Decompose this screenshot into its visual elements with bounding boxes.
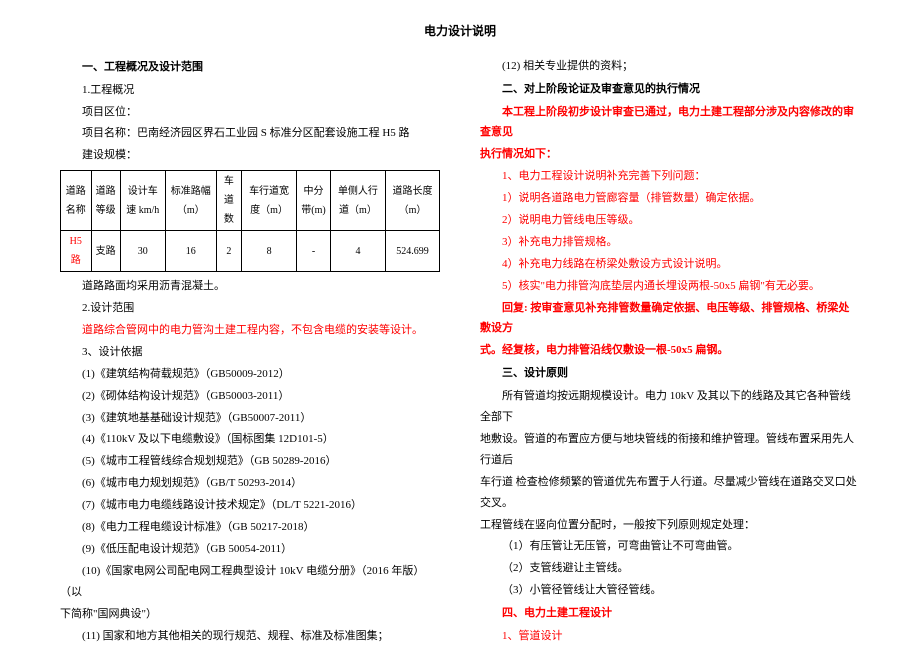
subsection-1-2: 2.设计范围 [60, 298, 440, 319]
road-parameters-table: 道路名称 道路等级 设计车速 km/h 标准路幅（m） 车道数 车行道宽度（m）… [60, 170, 440, 272]
table-header-row: 道路名称 道路等级 设计车速 km/h 标准路幅（m） 车道数 车行道宽度（m）… [61, 171, 440, 231]
subsection-4-1: 1、管道设计 [480, 626, 860, 647]
th-road-name: 道路名称 [61, 171, 92, 231]
ref-10b: 下简称"国网典设"） [60, 604, 440, 625]
design-scope-body: 道路综合管网中的电力管沟土建工程内容，不包含电缆的安装等设计。 [60, 320, 440, 341]
review-reply-2: 式。经复核，电力排管沿线仅敷设一根-50x5 扁钢。 [480, 340, 860, 361]
subsection-1-1: 1.工程概况 [60, 80, 440, 101]
section-4-header: 四、电力土建工程设计 [480, 603, 860, 624]
section-3-p1: 所有管道均按远期规模设计。电力 10kV 及其以下的线路及其它各种管线全部下 [480, 386, 860, 428]
ref-8: (8)《电力工程电缆设计标准》（GB 50217-2018） [60, 517, 440, 538]
th-lane-count: 车道数 [216, 171, 241, 231]
td-road-length: 524.699 [386, 231, 440, 272]
ref-12: (12) 相关专业提供的资料； [480, 56, 860, 77]
ref-1: (1)《建筑结构荷载规范》（GB50009-2012） [60, 364, 440, 385]
td-road-grade: 支路 [91, 231, 120, 272]
th-design-speed: 设计车速 km/h [120, 171, 165, 231]
ref-7: (7)《城市电力电缆线路设计技术规定》（DL/T 5221-2016） [60, 495, 440, 516]
principle-3: （3）小管径管线让大管径管线。 [480, 580, 860, 601]
td-std-width: 16 [165, 231, 216, 272]
construction-scale: 建设规模： [60, 145, 440, 166]
review-item-1-4: 4）补充电力线路在桥梁处敷设方式设计说明。 [480, 254, 860, 275]
section-3-p3: 车行道 检查检修频繁的管道优先布置于人行道。尽量减少管线在道路交叉口处交叉。 [480, 472, 860, 514]
th-road-length: 道路长度（m） [386, 171, 440, 231]
ref-10a: (10)《国家电网公司配电网工程典型设计 10kV 电缆分册》（2016 年版）… [60, 561, 440, 603]
section-2-intro-1: 本工程上阶段初步设计审查已通过，电力土建工程部分涉及内容修改的审查意见 [480, 102, 860, 144]
left-column: 一、工程概况及设计范围 1.工程概况 项目区位： 项目名称：巴南经济园区界石工业… [60, 55, 440, 648]
review-item-1-5: 5）核实"电力排管沟底垫层内通长埋设两根-50x5 扁钢"有无必要。 [480, 276, 860, 297]
principle-2: （2）支管线避让主管线。 [480, 558, 860, 579]
pavement-note: 道路路面均采用沥青混凝土。 [60, 276, 440, 297]
right-column: (12) 相关专业提供的资料； 二、对上阶段论证及审查意见的执行情况 本工程上阶… [480, 55, 860, 648]
table-row: H5 路 支路 30 16 2 8 - 4 524.699 [61, 231, 440, 272]
section-3-p4: 工程管线在竖向位置分配时，一般按下列原则规定处理： [480, 515, 860, 536]
th-median: 中分带(m) [297, 171, 331, 231]
review-item-1-1: 1）说明各道路电力管廊容量（排管数量）确定依据。 [480, 188, 860, 209]
td-sidewalk: 4 [330, 231, 385, 272]
td-lane-count: 2 [216, 231, 241, 272]
td-lane-width: 8 [241, 231, 296, 272]
ref-3: (3)《建筑地基基础设计规范》（GB50007-2011） [60, 408, 440, 429]
ref-11: (11) 国家和地方其他相关的现行规范、规程、标准及标准图集； [60, 626, 440, 647]
th-sidewalk: 单侧人行道（m） [330, 171, 385, 231]
principle-1: （1）有压管让无压管，可弯曲管让不可弯曲管。 [480, 536, 860, 557]
td-design-speed: 30 [120, 231, 165, 272]
two-column-layout: 一、工程概况及设计范围 1.工程概况 项目区位： 项目名称：巴南经济园区界石工业… [60, 55, 860, 648]
td-road-name: H5 路 [61, 231, 92, 272]
section-2-header: 二、对上阶段论证及审查意见的执行情况 [480, 79, 860, 100]
th-lane-width: 车行道宽度（m） [241, 171, 296, 231]
ref-2: (2)《砌体结构设计规范》（GB50003-2011） [60, 386, 440, 407]
review-reply-1: 回复: 按审查意见补充排管数量确定依据、电压等级、排管规格、桥梁处敷设方 [480, 298, 860, 340]
review-item-1-3: 3）补充电力排管规格。 [480, 232, 860, 253]
review-item-1-2: 2）说明电力管线电压等级。 [480, 210, 860, 231]
section-1-header: 一、工程概况及设计范围 [60, 57, 440, 78]
section-3-header: 三、设计原则 [480, 363, 860, 384]
ref-9: (9)《低压配电设计规范》（GB 50054-2011） [60, 539, 440, 560]
ref-6: (6)《城市电力规划规范》（GB/T 50293-2014） [60, 473, 440, 494]
subsection-1-3: 3、设计依据 [60, 342, 440, 363]
section-3-p2: 地敷设。管道的布置应方便与地块管线的衔接和维护管理。管线布置采用先人行道后 [480, 429, 860, 471]
page-title: 电力设计说明 [60, 20, 860, 43]
project-name: 项目名称：巴南经济园区界石工业园 S 标准分区配套设施工程 H5 路 [60, 123, 440, 144]
ref-5: (5)《城市工程管线综合规划规范》（GB 50289-2016） [60, 451, 440, 472]
ref-4: (4)《110kV 及以下电缆敷设》（国标图集 12D101-5） [60, 429, 440, 450]
td-median: - [297, 231, 331, 272]
review-item-1: 1、电力工程设计说明补充完善下列问题： [480, 166, 860, 187]
section-2-intro-2: 执行情况如下： [480, 144, 860, 165]
th-std-width: 标准路幅（m） [165, 171, 216, 231]
project-area: 项目区位： [60, 102, 440, 123]
th-road-grade: 道路等级 [91, 171, 120, 231]
